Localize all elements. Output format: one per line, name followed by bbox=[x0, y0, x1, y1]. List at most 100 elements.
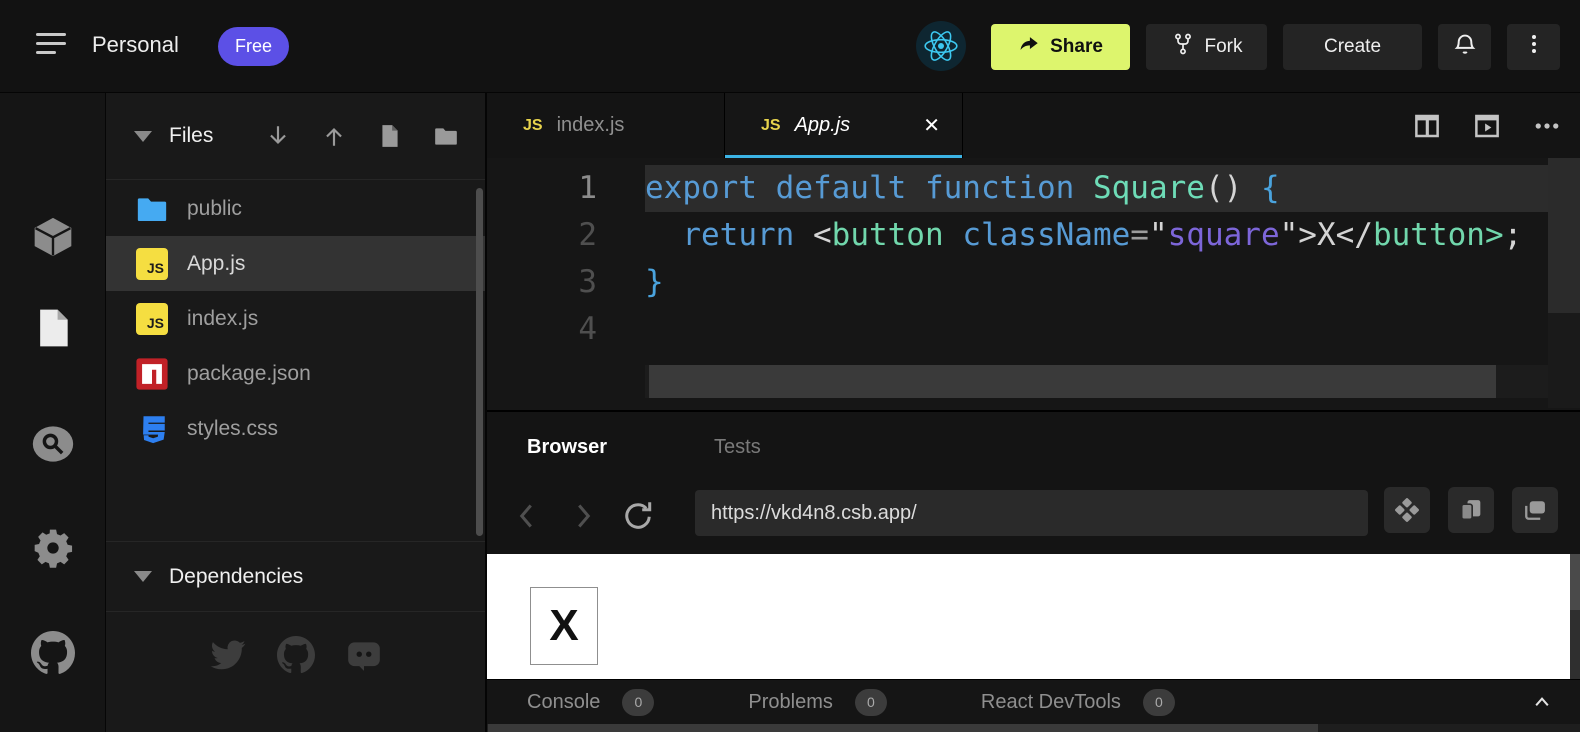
notifications-button[interactable] bbox=[1438, 24, 1491, 70]
file-explorer: Files public JS App.js JS index.js package.js… bbox=[105, 93, 485, 732]
editor-tab-App.js[interactable]: JSApp.js✕ bbox=[725, 93, 963, 158]
diamonds-icon bbox=[1393, 496, 1421, 524]
new-folder-icon[interactable] bbox=[433, 123, 459, 149]
code-text: export default function Square() { bbox=[645, 165, 1548, 212]
kebab-menu-icon bbox=[1522, 32, 1546, 62]
bell-icon bbox=[1452, 31, 1478, 63]
new-file-icon[interactable] bbox=[377, 123, 403, 149]
split-view-icon[interactable] bbox=[1412, 111, 1442, 141]
rail-item-github[interactable] bbox=[30, 632, 76, 678]
code-line-4[interactable]: 4 bbox=[487, 306, 1580, 353]
code-text: return <button className="square">X</but… bbox=[645, 212, 1548, 259]
more-options-button[interactable] bbox=[1507, 24, 1560, 70]
react-logo-icon bbox=[916, 21, 966, 71]
file-item-public[interactable]: public bbox=[106, 181, 486, 236]
duplicate-preview-button[interactable] bbox=[1448, 487, 1494, 533]
github-social-icon bbox=[277, 636, 315, 674]
file-item-styles.css[interactable]: styles.css bbox=[106, 401, 486, 456]
fork-button[interactable]: Fork bbox=[1146, 24, 1267, 70]
twitter-link[interactable] bbox=[209, 636, 247, 674]
rail-item-sandbox[interactable] bbox=[30, 216, 76, 262]
menu-icon[interactable] bbox=[36, 33, 68, 59]
file-icon bbox=[31, 306, 75, 355]
create-button[interactable]: Create bbox=[1283, 24, 1422, 70]
top-header: Personal Free Share Fork bbox=[0, 0, 1580, 93]
explorer-scrollbar[interactable] bbox=[476, 188, 483, 536]
github-social-link[interactable] bbox=[277, 636, 315, 674]
download-icon[interactable] bbox=[265, 123, 291, 149]
ellipsis-icon[interactable] bbox=[1532, 111, 1562, 141]
devtools-item-react-devtools[interactable]: React DevTools0 bbox=[981, 689, 1175, 716]
rail-item-settings[interactable] bbox=[30, 527, 76, 573]
files-section-header[interactable]: Files bbox=[106, 93, 485, 180]
code-line-2[interactable]: 2 return <button className="square">X</b… bbox=[487, 212, 1580, 259]
editor-vertical-scrollbar[interactable] bbox=[1548, 158, 1580, 408]
js-file-icon: JS bbox=[135, 247, 169, 281]
file-item-index.js[interactable]: JS index.js bbox=[106, 291, 486, 346]
js-file-icon: JS bbox=[135, 302, 169, 336]
discord-link[interactable] bbox=[345, 636, 383, 674]
preview-tab-browser[interactable]: Browser bbox=[527, 436, 607, 459]
refresh-icon[interactable] bbox=[620, 498, 656, 534]
preview-panel: Browser Tests https://vkd4n8.csb.app/ bbox=[487, 410, 1580, 732]
workspace-name[interactable]: Personal bbox=[92, 32, 179, 58]
js-file-icon: JS bbox=[523, 117, 543, 135]
file-name: App.js bbox=[187, 252, 245, 276]
activity-bar bbox=[0, 93, 105, 732]
square-button[interactable]: X bbox=[530, 587, 598, 665]
url-input[interactable]: https://vkd4n8.csb.app/ bbox=[695, 490, 1368, 536]
devtools-label: Console bbox=[527, 691, 600, 714]
devtools-item-problems[interactable]: Problems0 bbox=[748, 689, 886, 716]
file-item-package.json[interactable]: package.json bbox=[106, 346, 486, 401]
tab-label: App.js bbox=[795, 114, 851, 137]
chevron-down-icon bbox=[134, 131, 152, 142]
count-badge: 0 bbox=[855, 689, 887, 716]
code-editor[interactable]: 1export default function Square() {2 ret… bbox=[487, 158, 1580, 408]
chevron-up-icon[interactable] bbox=[1532, 692, 1552, 712]
upload-icon[interactable] bbox=[321, 123, 347, 149]
github-icon bbox=[31, 631, 75, 680]
browser-preview-frame: X bbox=[487, 554, 1570, 679]
devtools-item-console[interactable]: Console 0 bbox=[527, 689, 654, 716]
close-tab-icon[interactable]: ✕ bbox=[923, 113, 940, 138]
count-badge: 0 bbox=[1143, 689, 1175, 716]
editor-column: JS index.jsJS App.js ✕ 1export default func… bbox=[485, 93, 1580, 732]
fork-label: Fork bbox=[1205, 36, 1243, 58]
editor-horizontal-scrollbar[interactable] bbox=[645, 365, 1548, 398]
preview-tab-tests[interactable]: Tests bbox=[714, 436, 761, 459]
search-icon bbox=[31, 422, 75, 471]
open-in-new-window-button[interactable] bbox=[1512, 487, 1558, 533]
devtools-scrollbar[interactable] bbox=[487, 724, 1580, 732]
files-section-title: Files bbox=[169, 124, 213, 148]
chevron-down-icon bbox=[134, 571, 152, 582]
social-links bbox=[106, 636, 486, 674]
code-text: } bbox=[645, 259, 1548, 306]
editor-tab-index.js[interactable]: JS index.js bbox=[487, 93, 725, 158]
tab-label: index.js bbox=[557, 114, 625, 137]
rail-item-search[interactable] bbox=[30, 423, 76, 469]
count-badge: 0 bbox=[622, 689, 654, 716]
editor-tab-actions bbox=[1412, 93, 1562, 158]
back-icon[interactable] bbox=[509, 498, 545, 534]
file-list: public JS App.js JS index.js package.json styl… bbox=[106, 181, 486, 456]
dependencies-section-header[interactable]: Dependencies bbox=[106, 541, 486, 612]
forward-icon[interactable] bbox=[565, 498, 601, 534]
line-number: 4 bbox=[487, 306, 645, 353]
file-name: index.js bbox=[187, 307, 258, 331]
preview-settings-button[interactable] bbox=[1384, 487, 1430, 533]
popout-icon bbox=[1521, 496, 1549, 524]
file-item-App.js[interactable]: JS App.js bbox=[106, 236, 486, 291]
line-number: 1 bbox=[487, 165, 645, 212]
preview-scrollbar[interactable] bbox=[1570, 554, 1580, 679]
dependencies-section-title: Dependencies bbox=[169, 565, 303, 589]
preview-toggle-icon[interactable] bbox=[1472, 111, 1502, 141]
code-line-3[interactable]: 3} bbox=[487, 259, 1580, 306]
files-actions bbox=[265, 93, 459, 179]
share-button[interactable]: Share bbox=[991, 24, 1130, 70]
code-line-1[interactable]: 1export default function Square() { bbox=[487, 165, 1580, 212]
file-name: styles.css bbox=[187, 417, 278, 441]
codesandbox-app: Personal Free Share Fork bbox=[0, 0, 1580, 732]
share-arrow-icon bbox=[1018, 33, 1040, 61]
devtools-bar: Console0Problems0React DevTools0 bbox=[487, 679, 1580, 724]
rail-item-explorer[interactable] bbox=[30, 307, 76, 353]
